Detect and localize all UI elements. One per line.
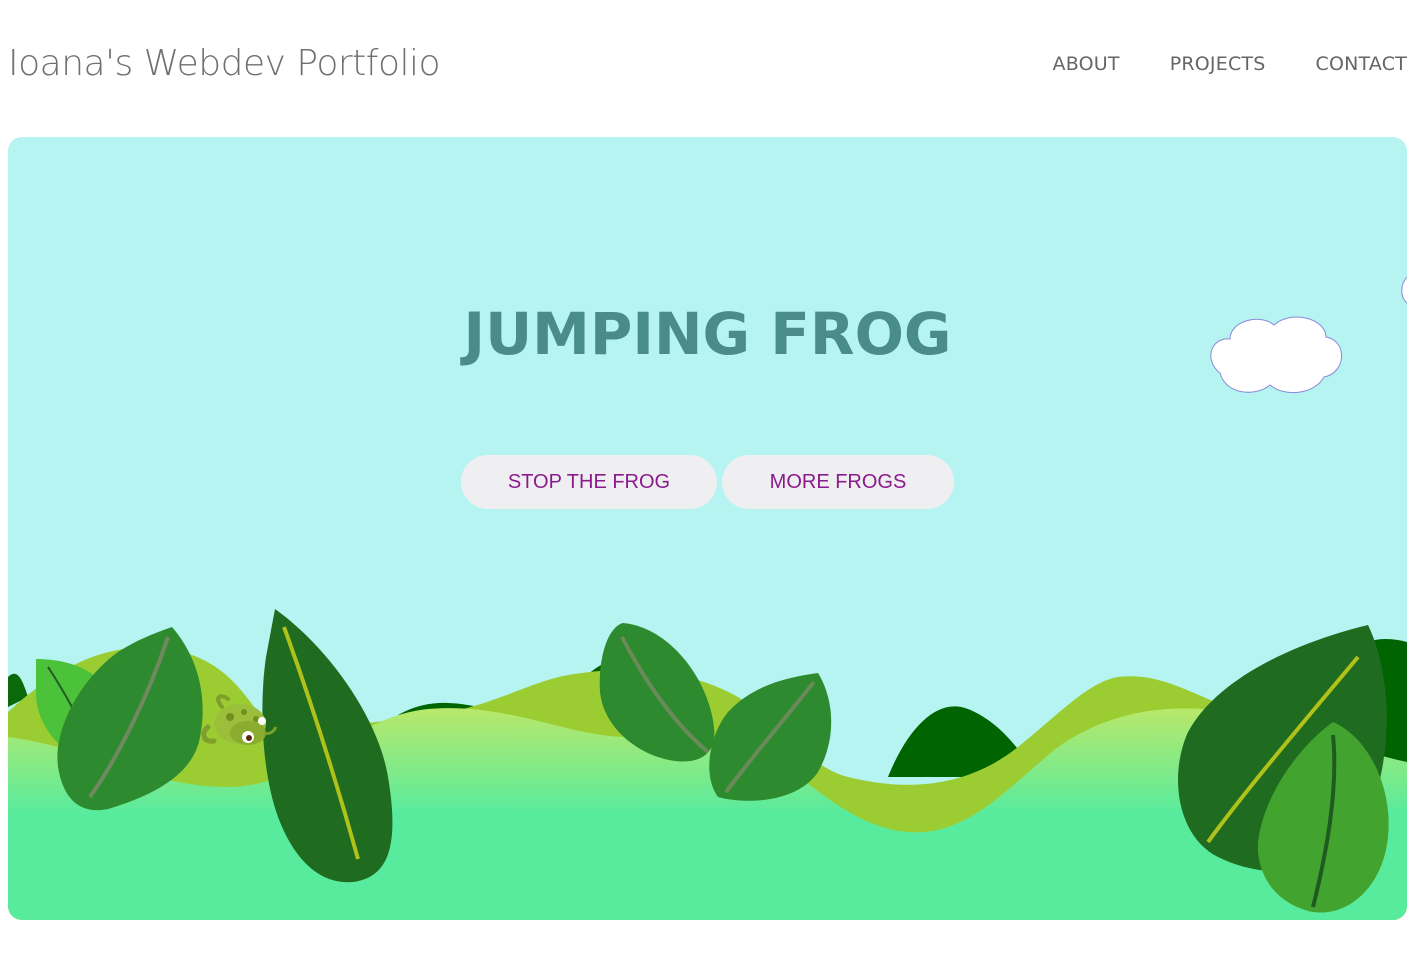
hero-title: JUMPING FROG (463, 300, 952, 368)
frog-scene (8, 276, 1407, 920)
stop-frog-button[interactable]: STOP THE FROG (461, 455, 717, 509)
nav-link-contact[interactable]: CONTACT (1315, 52, 1407, 76)
nav-link-projects[interactable]: PROJECTS (1170, 52, 1266, 76)
site-header: Ioana's Webdev Portfolio ABOUT PROJECTS … (0, 0, 1426, 130)
more-frogs-button[interactable]: MORE FROGS (722, 455, 954, 509)
site-title[interactable]: Ioana's Webdev Portfolio (8, 40, 441, 88)
nav-link-about[interactable]: ABOUT (1053, 52, 1120, 76)
main-nav: ABOUT PROJECTS CONTACT (1003, 52, 1407, 76)
hero-section: JUMPING FROG STOP THE FROG MORE FROGS (8, 137, 1407, 920)
